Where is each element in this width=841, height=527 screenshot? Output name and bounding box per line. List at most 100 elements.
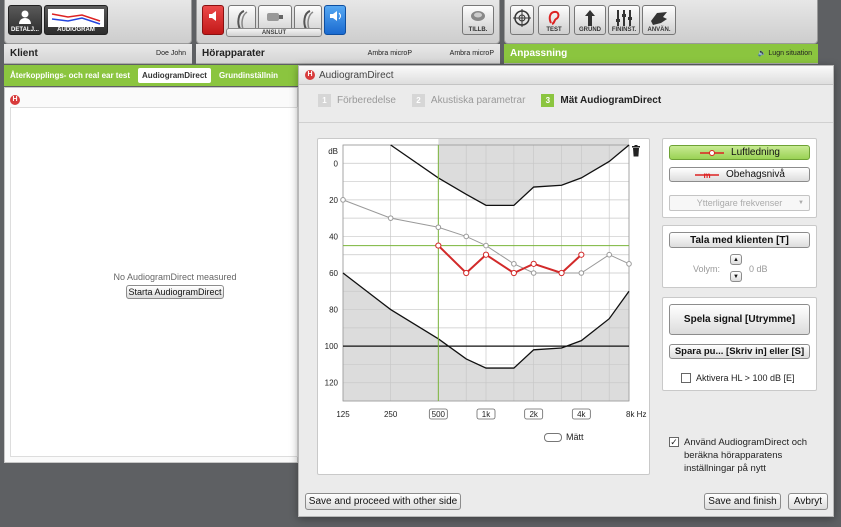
grey-series-point [606,251,613,258]
arrow-up-icon: ▲ [733,256,739,263]
air-conduction-symbol-icon [700,149,725,156]
grey-series-point [483,242,489,249]
ear-icon [548,10,560,25]
x-tick-label: 2k [529,410,538,419]
mute-left-button[interactable] [202,5,224,35]
audiogram-chart-box: 0 20 40 60 80 100 120 dB 125 250 500 1k 2k 4k 8k Hz Mä… [317,138,650,475]
luftledning-point [463,269,470,277]
use-audiogramdirect-checkbox[interactable]: ✓ [669,437,679,447]
arrow-down-icon: ▼ [733,273,739,280]
device-right-name: Ambra microP [449,50,494,57]
y-axis-label: dB [328,147,338,156]
x-tick-label: 500 [432,410,446,419]
test-button[interactable]: TEST [538,5,570,35]
step-2-label[interactable]: Akustiska parametrar [431,95,525,106]
audiogramdirect-dialog: H AudiogramDirect 1 Förberedelse 2 Akust… [298,65,834,517]
y-tick-label: 100 [325,342,339,351]
client-title: Klient [10,48,38,59]
svg-text:m: m [704,171,711,179]
save-and-finish-button[interactable]: Save and finish [704,493,781,510]
details-button[interactable]: DETALJ... [8,5,42,35]
situation-status: 🔈 Lugn situation [757,50,812,57]
y-tick-label: 120 [325,379,339,388]
luftledning-point [482,251,490,258]
speaker-icon: 🔈 [757,50,767,57]
audiogram-icon [48,9,104,27]
matt-swatch [544,433,562,442]
dialog-titlebar: H AudiogramDirect [299,66,833,85]
speaker-icon [330,11,341,21]
sliders-icon [616,10,632,26]
y-tick-label: 40 [329,232,338,241]
play-signal-button[interactable]: Spela signal [Utrymme] [669,304,810,335]
step-3-label[interactable]: Mät AudiogramDirect [560,95,661,106]
audiogram-button[interactable]: AUDIOGRAM [44,5,108,35]
left-h-icon-wrap: H [10,93,20,105]
x-tick-label: 1k [482,410,491,419]
grey-series-point [578,270,585,276]
start-audiogramdirect-button[interactable]: Starta AudiogramDirect [126,285,224,299]
y-tick-label: 0 [334,159,339,168]
fitting-header: Anpassning 🔈 Lugn situation [504,44,818,64]
empty-message: No AudiogramDirect measured [113,272,237,282]
sound-right-button[interactable] [324,5,346,35]
hearing-h-icon: H [305,70,315,80]
volume-value: 0 dB [749,264,768,274]
client-inner-panel [10,107,298,457]
tab-feedback-test[interactable]: Återkopplings- och real ear test [10,71,130,80]
dialog-title: AudiogramDirect [319,69,394,81]
target-button[interactable] [510,5,534,35]
save-point-button[interactable]: Spara pu... [Skriv in] eller [S] [669,344,810,359]
hearing-h-icon: H [10,95,20,105]
person-icon [19,10,31,24]
grey-series-point [463,233,470,240]
audiogram-chart[interactable]: 0 20 40 60 80 100 120 dB 125 250 500 1k 2k 4k 8k Hz [318,139,651,476]
x-tick-label: 4k [577,410,586,419]
accessories-button[interactable]: TILLB. [462,5,494,35]
sound-off-icon [209,11,216,21]
y-tick-label: 60 [329,269,338,278]
save-proceed-other-side-button[interactable]: Save and proceed with other side [305,493,461,510]
step-2-number: 2 [411,94,425,107]
activate-hl-checkbox[interactable] [681,373,691,383]
volume-up-button[interactable]: ▲ [730,254,742,265]
discomfort-symbol-icon: m [695,171,720,179]
extra-frequencies-select[interactable]: Ytterligare frekvenser ▼ [669,195,810,211]
luftledning-point [578,251,585,258]
step-3-number: 3 [541,94,555,107]
luftledning-point [435,242,442,249]
devices-title: Hörapparater [202,48,265,59]
accessory-icon [471,11,485,21]
volume-down-button[interactable]: ▼ [730,271,742,282]
x-tick-label: 8k Hz [626,410,646,419]
obehagsniva-button[interactable]: m Obehagsnivå [669,167,810,182]
grey-series-point [387,215,394,221]
volume-label: Volym: [693,264,721,274]
step-1-number: 1 [318,94,331,107]
luftledning-button[interactable]: Luftledning [669,145,810,160]
matt-label: Mätt [566,432,584,442]
y-tick-label: 20 [329,196,338,205]
client-name: Doe John [156,50,186,57]
fitting-title: Anpassning [510,48,568,59]
tab-grundinstallning[interactable]: Grundinställnin [219,71,278,80]
step-indicator: 1 Förberedelse 2 Akustiska parametrar 3 … [318,94,661,107]
cancel-button[interactable]: Avbryt [788,493,828,510]
talk-to-client-button[interactable]: Tala med klienten [T] [669,232,810,248]
step-1-label[interactable]: Förberedelse [337,95,396,106]
steps-divider [299,122,833,123]
grey-series-point [340,197,346,203]
device-left-name: Ambra microP [367,50,412,57]
usage-button[interactable]: ANVÄN. [642,5,676,35]
grey-series-point [530,270,537,276]
grund-button[interactable]: GRUND [574,5,606,35]
client-header: Klient Doe John [4,44,192,64]
grey-series-point [435,224,442,231]
fine-tuning-button[interactable]: FININST. [608,5,640,35]
x-tick-label: 125 [336,410,350,419]
devices-header: Hörapparater Ambra microP Ambra microP [196,44,500,64]
chevron-down-icon: ▼ [798,200,804,206]
tab-audiogramdirect[interactable]: AudiogramDirect [138,68,211,83]
trash-icon[interactable] [631,145,641,157]
connector-icon [267,13,283,21]
